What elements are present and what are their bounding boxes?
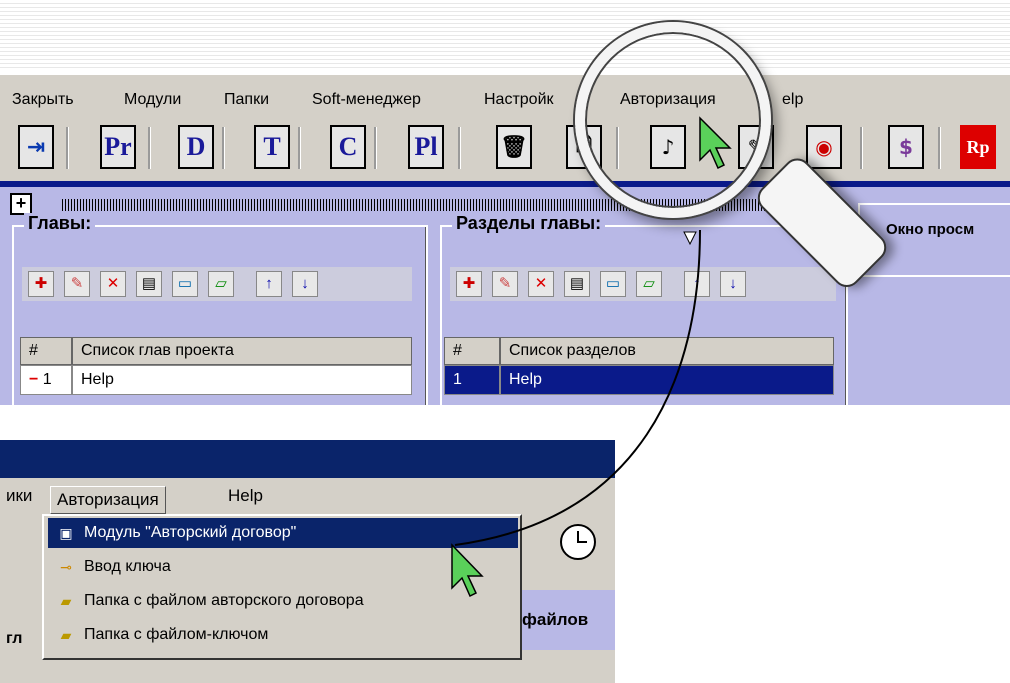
menu-item-label: Папка с файлом авторского договора	[84, 592, 364, 609]
menu-folders[interactable]: Папки	[224, 91, 269, 109]
menu-item-key-folder[interactable]: ▰ Папка с файлом-ключом	[48, 620, 518, 650]
sections-title: Разделы главы:	[452, 213, 606, 234]
delete-icon[interactable]: ✕	[100, 271, 126, 297]
menu-help[interactable]: Help	[228, 486, 263, 506]
menu-item-contract-folder[interactable]: ▰ Папка с файлом авторского договора	[48, 586, 518, 616]
move-down-icon[interactable]: ↓	[292, 271, 318, 297]
menu-bar: ики Авторизация Help	[0, 478, 615, 516]
toolbar-separator	[458, 127, 461, 169]
table-row[interactable]: Help	[500, 365, 834, 395]
collapse-icon[interactable]: −	[29, 371, 38, 388]
toolbar-separator	[298, 127, 301, 169]
module-icon: ▣	[59, 525, 73, 541]
folder-open-icon[interactable]: ▱	[636, 271, 662, 297]
money-icon[interactable]: $	[888, 125, 924, 169]
menu-item-label: Модуль "Авторский договор"	[84, 524, 297, 541]
menu-settings[interactable]: Настройк	[484, 91, 554, 109]
sections-iconbar: ✚ ✎ ✕ ▤ ▭ ▱ ↑ ↓	[450, 267, 836, 301]
title-bar	[0, 440, 615, 478]
expand-button[interactable]: +	[10, 193, 32, 215]
background-stripes	[0, 0, 1010, 70]
menu-soft-manager[interactable]: Soft-менеджер	[312, 91, 421, 109]
viewer-title: Окно просм	[882, 221, 979, 238]
column-header[interactable]: #	[444, 337, 500, 365]
pr-button[interactable]: Pr	[100, 125, 136, 169]
column-header[interactable]: Список разделов	[500, 337, 834, 365]
menu-close[interactable]: Закрыть	[12, 91, 74, 109]
folder-open-icon: ▰	[60, 627, 72, 643]
move-up-icon[interactable]: ↑	[684, 271, 710, 297]
properties-icon[interactable]: ▤	[564, 271, 590, 297]
row-index: 1	[42, 371, 52, 388]
toolbar-separator	[374, 127, 377, 169]
c-button[interactable]: C	[330, 125, 366, 169]
key-icon: ⊸	[60, 559, 72, 575]
table-row[interactable]: Help	[72, 365, 412, 395]
delete-icon[interactable]: ✕	[528, 271, 554, 297]
column-header[interactable]: Список глав проекта	[72, 337, 412, 365]
add-icon[interactable]: ✚	[456, 271, 482, 297]
toolbar-separator	[938, 127, 941, 169]
move-up-icon[interactable]: ↑	[256, 271, 282, 297]
toolbar-separator	[66, 127, 69, 169]
menu-bar: Закрыть Модули Папки Soft-менеджер Настр…	[0, 75, 1010, 119]
t-button[interactable]: T	[254, 125, 290, 169]
authorization-menu-screenshot: ики Авторизация Help файлов гл ▣ Модуль …	[0, 440, 615, 683]
move-down-icon[interactable]: ↓	[720, 271, 746, 297]
row-number: − 1	[20, 365, 72, 395]
add-icon[interactable]: ✚	[28, 271, 54, 297]
menu-item-label: Папка с файлом-ключом	[84, 626, 269, 643]
edit-icon[interactable]: ✎	[64, 271, 90, 297]
toolbar: ⇥ Pr D T C Pl 🗑 🗎 ♪ ✎ ◉ $ Rp	[0, 119, 1010, 185]
properties-icon[interactable]: ▤	[136, 271, 162, 297]
authorization-dropdown: ▣ Модуль "Авторский договор" ⊸ Ввод ключ…	[42, 514, 522, 660]
folder-new-icon[interactable]: ▭	[172, 271, 198, 297]
column-header[interactable]: #	[20, 337, 72, 365]
toolbar-separator	[860, 127, 863, 169]
partial-label: гл	[6, 630, 23, 647]
edit-icon[interactable]: ✎	[492, 271, 518, 297]
menu-item-author-contract-module[interactable]: ▣ Модуль "Авторский договор"	[48, 518, 518, 548]
toolbar-separator	[222, 127, 225, 169]
chapters-iconbar: ✚ ✎ ✕ ▤ ▭ ▱ ↑ ↓	[22, 267, 412, 301]
toolbar-separator	[148, 127, 151, 169]
chapters-title: Главы:	[24, 213, 96, 234]
menu-folders-cut[interactable]: ики	[6, 486, 32, 506]
menu-item-enter-key[interactable]: ⊸ Ввод ключа	[48, 552, 518, 582]
disc-icon[interactable]: ◉	[806, 125, 842, 169]
clock-icon[interactable]	[560, 524, 596, 560]
menu-help[interactable]: elp	[782, 91, 803, 109]
menu-item-label: Ввод ключа	[84, 558, 171, 575]
files-label: файлов	[522, 610, 589, 629]
folder-open-icon[interactable]: ▱	[208, 271, 234, 297]
rvp-icon[interactable]: Rp	[960, 125, 996, 169]
pl-button[interactable]: Pl	[408, 125, 444, 169]
magnifier-icon	[575, 22, 771, 218]
exit-icon[interactable]: ⇥	[18, 125, 54, 169]
folder-new-icon[interactable]: ▭	[600, 271, 626, 297]
trash-icon[interactable]: 🗑	[496, 125, 532, 169]
folder-open-icon: ▰	[60, 593, 72, 609]
menu-modules[interactable]: Модули	[124, 91, 181, 109]
menu-authorization-open[interactable]: Авторизация	[50, 486, 166, 514]
d-button[interactable]: D	[178, 125, 214, 169]
row-number: 1	[444, 365, 500, 395]
